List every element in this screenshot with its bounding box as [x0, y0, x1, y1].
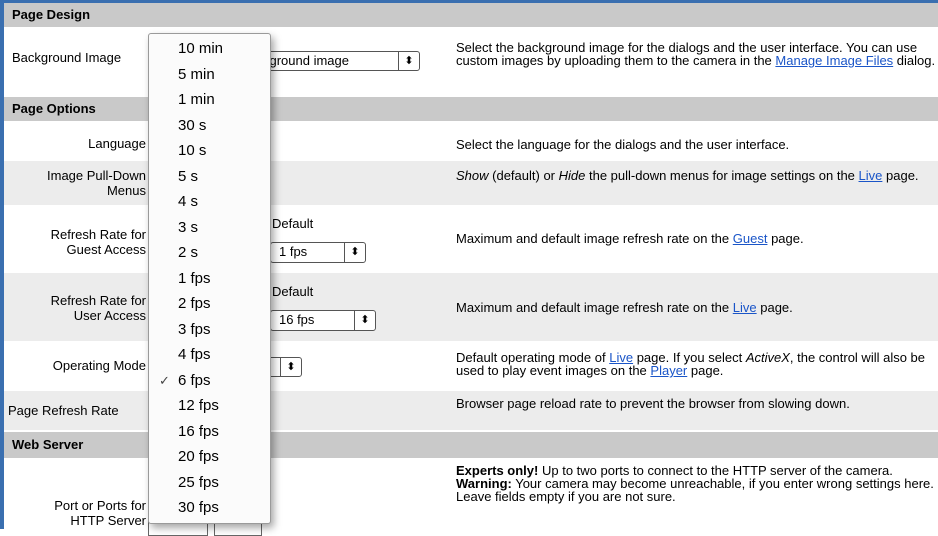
refresh-user-description: Maximum and default image refresh rate o…: [456, 301, 938, 314]
dropdown-option-label: 4 s: [178, 193, 199, 210]
guest-link[interactable]: Guest: [733, 231, 768, 246]
label-line: User Access: [73, 308, 146, 323]
background-image-select[interactable]: kground image ⬍: [254, 51, 420, 71]
dropdown-option-label: 6 fps: [178, 371, 211, 389]
operating-mode-description: Default operating mode of Live page. If …: [456, 351, 938, 377]
http-ports-description: Experts only! Up to two ports to connect…: [456, 464, 938, 503]
dropdown-option-label: 1 fps: [178, 269, 211, 287]
dropdown-option-label: 3 s: [178, 218, 199, 236]
background-image-value: kground image: [263, 53, 349, 68]
section-title: Web Server: [12, 437, 84, 452]
language-description: Select the language for the dialogs and …: [456, 137, 790, 152]
label-line: Guest Access: [66, 242, 146, 257]
row-background-image: Background Image kground image ⬍ Select …: [4, 27, 938, 92]
language-label: Language: [88, 136, 146, 151]
label-line: Refresh Rate for: [50, 227, 146, 242]
desc-text: the pull-down menus for image settings o…: [585, 168, 859, 183]
section-web-server: Web Server: [4, 432, 938, 458]
desc-text: page.: [687, 363, 724, 378]
desc-text: (default) or: [488, 168, 559, 183]
manage-image-files-link[interactable]: Manage Image Files: [775, 53, 893, 68]
desc-italic: Show: [456, 168, 489, 183]
label-line: Menus: [106, 183, 146, 198]
section-title: Page Options: [12, 101, 96, 116]
label-line: HTTP Server: [70, 513, 146, 528]
label-line: Image Pull-Down: [47, 168, 146, 183]
row-image-pulldown: Image Pull-Down Menus Show (default) or H…: [4, 161, 938, 205]
row-operating-mode: Operating Mode ⬍ Default operating mode …: [4, 341, 938, 391]
desc-text: page.: [756, 300, 793, 315]
refresh-user-label: Refresh Rate for User Access: [4, 293, 146, 323]
select-arrows-icon: ⬍: [344, 243, 365, 262]
refresh-guest-label: Refresh Rate for Guest Access: [4, 227, 146, 257]
dropdown-option-label: 16 fps: [178, 422, 219, 440]
guest-default-select[interactable]: 1 fps ⬍: [270, 242, 366, 263]
desc-text: page.: [882, 168, 919, 183]
dropdown-option-label: 25 fps: [178, 473, 219, 491]
http-ports-label: Port or Ports for HTTP Server: [4, 498, 146, 528]
dropdown-option-label: 5 min: [178, 65, 215, 83]
operating-mode-label: Operating Mode: [52, 358, 146, 373]
background-image-description: Select the background image for the dial…: [456, 41, 938, 67]
refresh-rate-dropdown-menu: 10 min 5 min 1 min 30 s 10 s 5 s 4 s 3 s 2 s 1 fp…: [148, 33, 271, 524]
desc-text: dialog.: [893, 53, 936, 68]
section-page-design: Page Design: [4, 3, 938, 27]
dropdown-option-label: 2 fps: [178, 295, 211, 312]
desc-text: Maximum and default image refresh rate o…: [456, 231, 733, 246]
dropdown-option-label: 20 fps: [178, 448, 219, 465]
section-page-options: Page Options: [4, 97, 938, 121]
select-arrows-icon: ⬍: [398, 52, 419, 70]
row-refresh-user: Refresh Rate for User Access Default 16 f…: [4, 273, 938, 341]
dropdown-option-label: 4 fps: [178, 346, 211, 363]
desc-italic: ActiveX: [745, 350, 790, 365]
image-pulldown-label: Image Pull-Down Menus: [4, 168, 146, 198]
user-default-header: Default: [272, 284, 314, 299]
label-line: Refresh Rate for: [50, 293, 146, 308]
user-default-select[interactable]: 16 fps ⬍: [270, 310, 376, 331]
dropdown-option-label: 1 min: [178, 91, 215, 108]
dropdown-option-label: 10 min: [178, 40, 224, 57]
row-http-ports: Port or Ports for HTTP Server Experts onl…: [4, 460, 938, 536]
user-default-value: 16 fps: [279, 312, 315, 327]
section-title: Page Design: [12, 7, 91, 22]
image-pulldown-description: Show (default) or Hide the pull-down men…: [456, 169, 938, 182]
page-refresh-label: Page Refresh Rate: [8, 403, 119, 418]
dropdown-option-label: 30 s: [178, 116, 207, 134]
page-refresh-description: Browser page reload rate to prevent the …: [456, 396, 850, 411]
label-line: Port or Ports for: [54, 498, 146, 513]
select-arrows-icon: ⬍: [280, 358, 301, 376]
row-language: Language Select the language for the dia…: [4, 127, 938, 161]
row-refresh-guest: Refresh Rate for Guest Access Default 1 f…: [4, 205, 938, 273]
dropdown-option-label: 30 fps: [178, 499, 219, 516]
desc-text: page.: [767, 231, 804, 246]
dropdown-option-label: 5 s: [178, 167, 199, 185]
dropdown-option-label: 10 s: [178, 142, 207, 159]
desc-text: Maximum and default image refresh rate o…: [456, 300, 733, 315]
live-link[interactable]: Live: [733, 300, 757, 315]
checkmark-icon: ✓: [159, 372, 170, 388]
refresh-guest-description: Maximum and default image refresh rate o…: [456, 232, 938, 245]
guest-default-header: Default: [272, 216, 314, 231]
select-arrows-icon: ⬍: [354, 311, 375, 330]
dropdown-option-label: 3 fps: [178, 320, 211, 338]
desc-italic: Hide: [558, 168, 586, 183]
dropdown-option-label: 2 s: [178, 244, 199, 261]
row-page-refresh: Page Refresh Rate Browser page reload ra…: [4, 391, 938, 430]
background-image-label: Background Image: [12, 50, 122, 65]
dropdown-option-label: 12 fps: [178, 397, 219, 414]
guest-default-value: 1 fps: [279, 244, 308, 259]
desc-text: Your camera may become unreachable, if y…: [456, 476, 934, 504]
player-link[interactable]: Player: [650, 363, 687, 378]
live-link[interactable]: Live: [859, 168, 883, 183]
